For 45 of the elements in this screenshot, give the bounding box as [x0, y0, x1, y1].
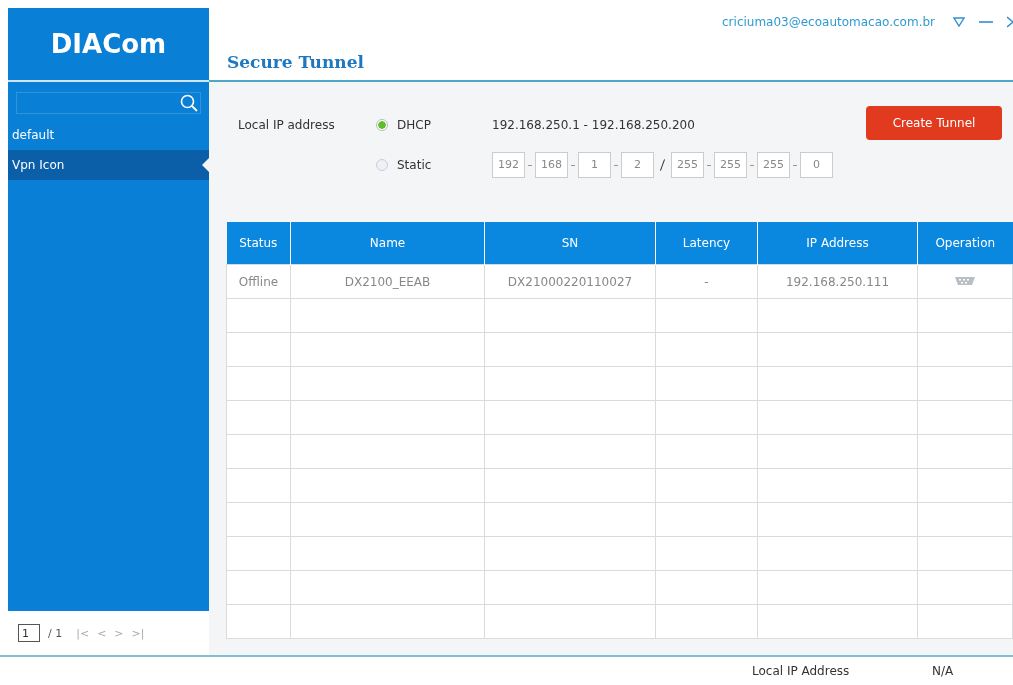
table-cell: DX2100_EEAB: [290, 264, 485, 299]
field-label: Local IP address: [238, 117, 336, 134]
option-label: Static: [397, 158, 433, 172]
sidebar-item[interactable]: default: [8, 120, 209, 150]
octet-field[interactable]: 168: [535, 152, 568, 178]
option-label: DHCP: [397, 118, 432, 132]
pager-button[interactable]: <: [97, 626, 107, 640]
octet-field[interactable]: 0: [800, 152, 833, 178]
pager-button[interactable]: >|: [131, 626, 145, 640]
table-cell: -: [655, 264, 758, 299]
column-header: Status: [226, 222, 291, 265]
search-field[interactable]: [16, 92, 201, 114]
ip-range: 192.168.250.1 - 192.168.250.200: [492, 118, 695, 132]
column-header: SN: [484, 222, 656, 265]
search-icon[interactable]: [180, 94, 198, 112]
dropdown-icon[interactable]: [953, 17, 965, 27]
logo: DIACom: [50, 29, 167, 59]
octet-field[interactable]: 1: [578, 152, 611, 178]
table-cell: Offline: [226, 264, 291, 299]
connector-icon[interactable]: [955, 275, 975, 286]
octet-field[interactable]: 192: [492, 152, 525, 178]
sidebar-item[interactable]: Vpn Icon: [8, 150, 209, 180]
pager-button[interactable]: >: [114, 626, 124, 640]
column-header: Operation: [917, 222, 1013, 265]
column-header: Latency: [655, 222, 758, 265]
octet-field[interactable]: 255: [671, 152, 704, 178]
column-header: Name: [290, 222, 485, 265]
status-label: Local IP Address: [752, 664, 851, 678]
page-title: Secure Tunnel: [226, 52, 365, 72]
page-field[interactable]: 1: [18, 624, 40, 642]
octet-field[interactable]: 2: [621, 152, 654, 178]
octet-field[interactable]: 255: [714, 152, 747, 178]
radio-button[interactable]: [376, 159, 388, 171]
octet-field[interactable]: 255: [757, 152, 790, 178]
account-email[interactable]: criciuma03@ecoautomacao.com.br: [722, 15, 935, 29]
create-tunnel-button[interactable]: Create Tunnel: [866, 106, 1002, 140]
column-header: IP Address: [757, 222, 918, 265]
radio-button[interactable]: [376, 119, 388, 131]
table-cell: DX21000220110027: [484, 264, 656, 299]
minimize-icon[interactable]: [979, 20, 993, 24]
pager-button[interactable]: |<: [76, 626, 90, 640]
page-total: / 1: [48, 626, 63, 640]
table-cell: 192.168.250.111: [757, 264, 918, 299]
close-icon[interactable]: [1007, 16, 1013, 28]
status-value: N/A: [932, 664, 954, 678]
